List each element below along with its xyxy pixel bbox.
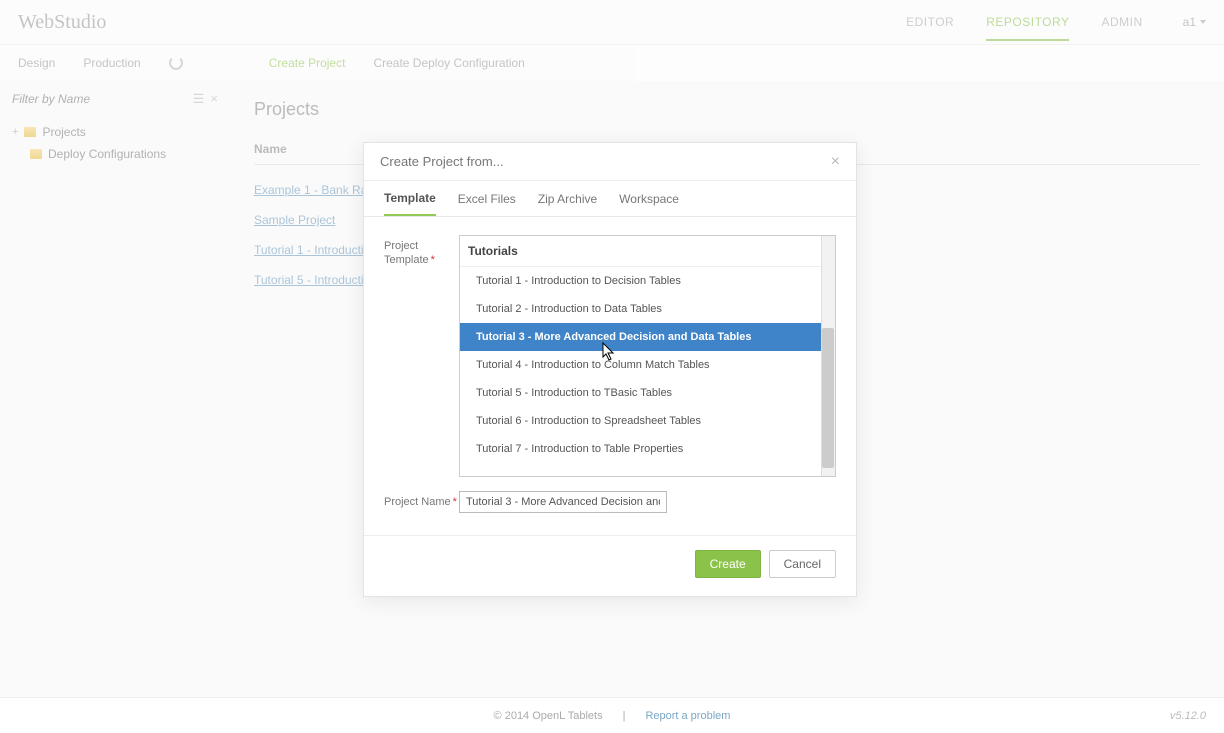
label-project-name: Project Name*	[384, 491, 459, 509]
listbox-option[interactable]: Tutorial 4 - Introduction to Column Matc…	[460, 351, 835, 379]
tab-template[interactable]: Template	[384, 191, 436, 216]
listbox-option[interactable]: Tutorial 5 - Introduction to TBasic Tabl…	[460, 379, 835, 407]
logo: WebStudio	[18, 11, 106, 34]
modal-title: Create Project from...	[380, 154, 504, 169]
subnav-create-deploy[interactable]: Create Deploy Configuration	[373, 56, 524, 70]
tree-deploy-label: Deploy Configurations	[48, 147, 166, 161]
close-icon[interactable]: ×	[831, 153, 840, 171]
listbox-option[interactable]: Tutorial 3 - More Advanced Decision and …	[460, 323, 835, 351]
subnav-design[interactable]: Design	[18, 56, 55, 70]
cancel-button[interactable]: Cancel	[769, 550, 836, 578]
clear-icon[interactable]: ×	[210, 91, 218, 107]
tree-projects[interactable]: + Projects	[12, 121, 218, 143]
tab-excel[interactable]: Excel Files	[458, 192, 516, 206]
listbox-group: Tutorials	[460, 236, 835, 267]
folder-icon	[30, 149, 42, 159]
template-listbox[interactable]: Tutorials Tutorial 1 - Introduction to D…	[459, 235, 836, 477]
topbar: WebStudio EDITOR REPOSITORY ADMIN a1	[0, 0, 1224, 45]
tab-zip[interactable]: Zip Archive	[538, 192, 597, 206]
user-name: a1	[1183, 15, 1196, 29]
listbox-option[interactable]: Tutorial 1 - Introduction to Decision Ta…	[460, 267, 835, 295]
tree-projects-label: Projects	[42, 125, 85, 139]
tab-workspace[interactable]: Workspace	[619, 192, 679, 206]
listbox-option[interactable]: Tutorial 7 - Introduction to Table Prope…	[460, 435, 835, 463]
label-project-template: Project Template*	[384, 235, 459, 268]
footer-copyright: © 2014 OpenL Tablets	[494, 710, 603, 722]
nav-repository[interactable]: REPOSITORY	[986, 15, 1069, 41]
listbox-option[interactable]: Tutorial 2 - Introduction to Data Tables	[460, 295, 835, 323]
create-project-modal: Create Project from... × Template Excel …	[363, 142, 857, 597]
sidebar: ☰ × + Projects Deploy Configurations	[0, 81, 230, 697]
folder-icon	[24, 127, 36, 137]
footer-sep: |	[623, 710, 626, 722]
project-name-input[interactable]	[459, 491, 667, 513]
expand-icon[interactable]: +	[12, 126, 18, 138]
page-title: Projects	[254, 99, 1200, 120]
modal-tabs: Template Excel Files Zip Archive Workspa…	[364, 181, 856, 217]
subnav-production[interactable]: Production	[83, 56, 140, 70]
user-menu[interactable]: a1	[1183, 15, 1206, 29]
list-icon[interactable]: ☰	[193, 91, 205, 107]
refresh-icon[interactable]	[169, 56, 183, 70]
subnav-create-project[interactable]: Create Project	[269, 56, 346, 70]
nav-editor[interactable]: EDITOR	[906, 15, 954, 29]
tree-deploy[interactable]: Deploy Configurations	[12, 143, 218, 165]
footer-version: v5.12.0	[1170, 710, 1206, 722]
chevron-down-icon	[1200, 20, 1206, 24]
filter-input[interactable]	[12, 92, 187, 106]
footer-report[interactable]: Report a problem	[645, 710, 730, 722]
subbar: Design Production Create Project Create …	[0, 45, 1224, 81]
listbox-option[interactable]: Tutorial 6 - Introduction to Spreadsheet…	[460, 407, 835, 435]
footer: © 2014 OpenL Tablets | Report a problem …	[0, 697, 1224, 733]
top-nav: EDITOR REPOSITORY ADMIN	[906, 15, 1143, 29]
scrollbar-thumb[interactable]	[822, 328, 834, 468]
nav-admin[interactable]: ADMIN	[1101, 15, 1142, 29]
scrollbar-track[interactable]	[821, 236, 835, 476]
create-button[interactable]: Create	[695, 550, 761, 578]
